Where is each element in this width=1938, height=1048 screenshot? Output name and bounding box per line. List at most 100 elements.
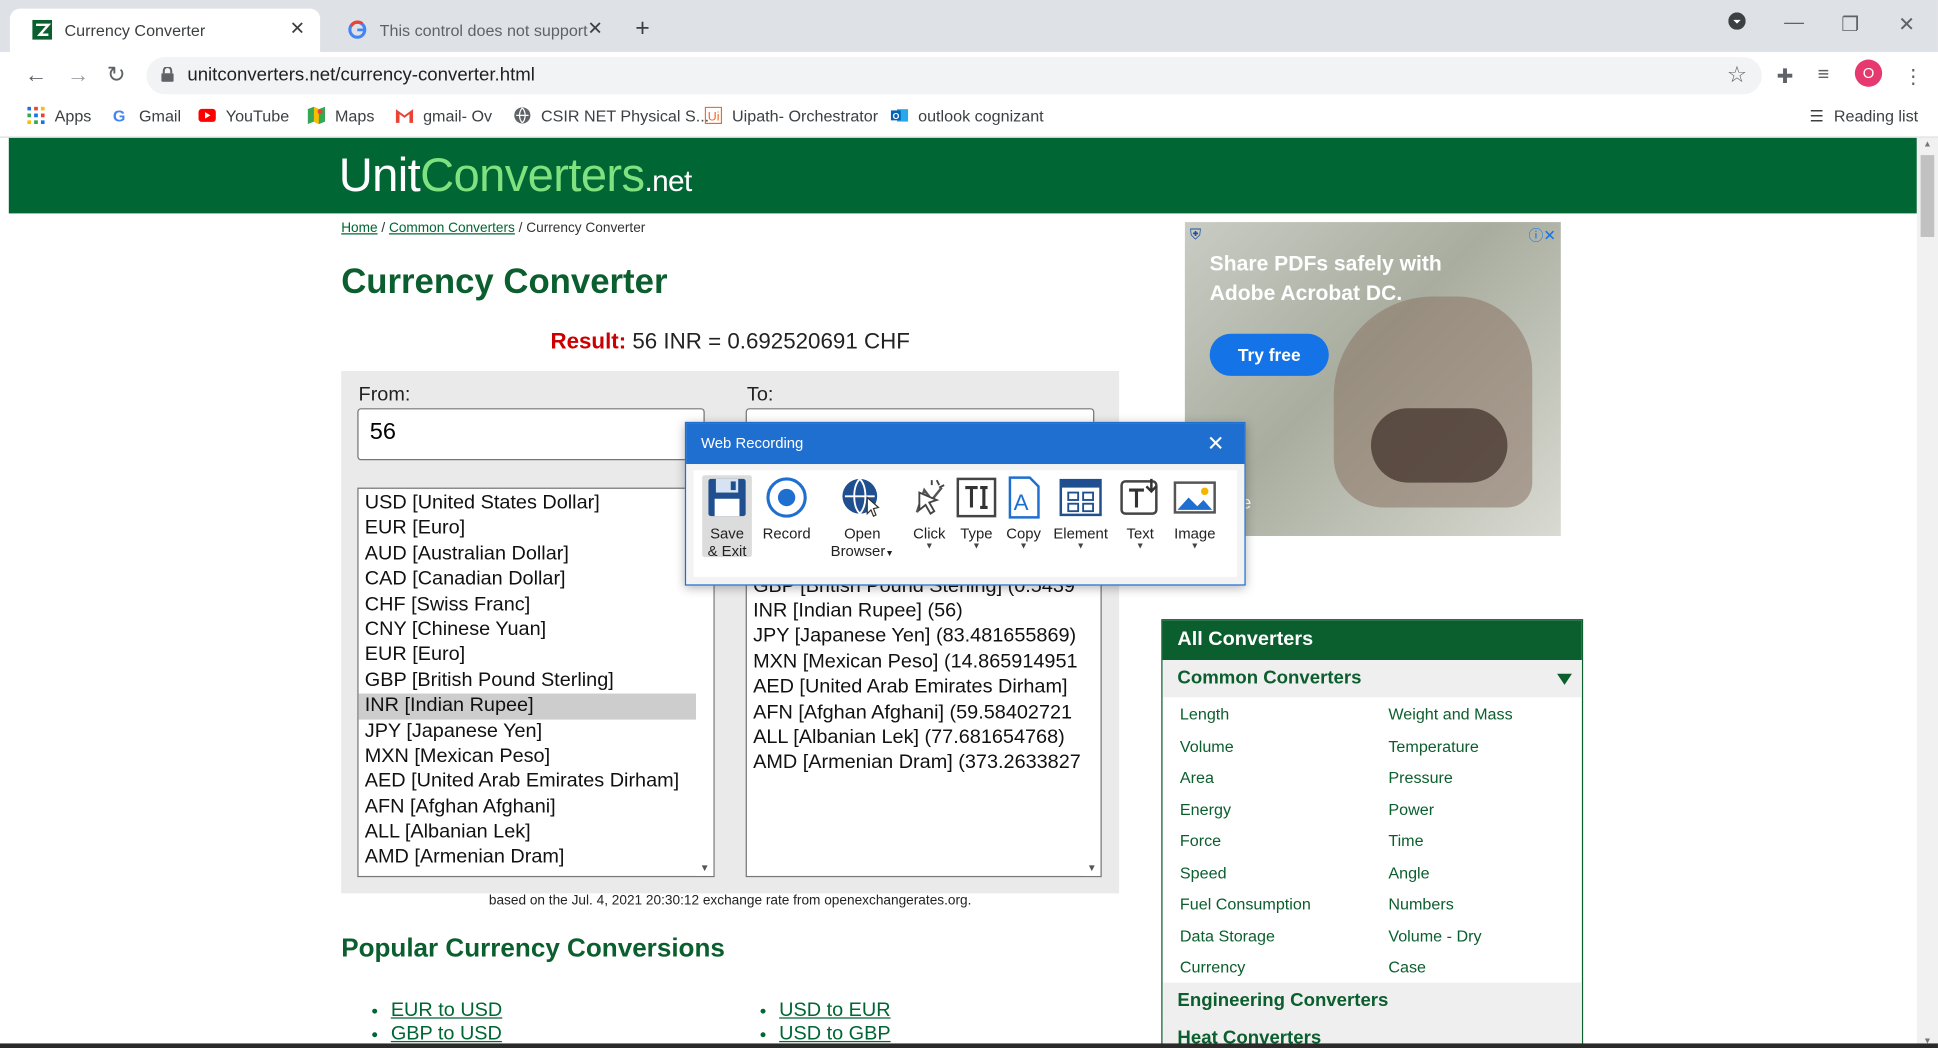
converter-link[interactable]: Currency (1180, 958, 1245, 977)
popular-link[interactable]: EUR to USD (391, 1000, 502, 1021)
currency-option[interactable]: MXN [Mexican Peso] (14.865914951 (747, 650, 1083, 675)
currency-option[interactable]: GBP [British Pound Sterling] (359, 668, 696, 693)
reading-list[interactable]: ☰ Reading list (1809, 107, 1918, 127)
converter-link[interactable]: Temperature (1388, 736, 1479, 755)
currency-option[interactable]: JPY [Japanese Yen] (359, 719, 696, 744)
dialog-close-icon[interactable]: ✕ (1207, 423, 1225, 464)
scrollbar-thumb[interactable] (1920, 155, 1935, 237)
tab-google[interactable]: This control does not support se ✕ (325, 9, 618, 52)
bookmark-gmail[interactable]: G Gmail (112, 107, 181, 126)
converter-link[interactable]: Speed (1180, 863, 1227, 882)
converter-link[interactable]: Numbers (1388, 895, 1453, 914)
save-exit-button[interactable]: Save & Exit (702, 475, 752, 560)
ad-try-free-button[interactable]: Try free (1209, 333, 1329, 376)
dropdown-caret-icon[interactable]: ▼ (1167, 542, 1222, 552)
media-queue-icon[interactable]: ≡ (1818, 65, 1830, 87)
currency-option[interactable]: EUR [Euro] (359, 643, 696, 668)
currency-option[interactable]: AUD [Australian Dollar] (359, 542, 696, 567)
breadcrumb-home-link[interactable]: Home (341, 221, 377, 236)
popular-link[interactable]: GBP to USD (391, 1024, 502, 1045)
minimize-icon[interactable]: — (1784, 12, 1804, 34)
bookmark-gmail-ov[interactable]: gmail- Ov (395, 107, 492, 125)
profile-menu-icon[interactable] (1728, 12, 1746, 36)
bookmark-maps[interactable]: Maps (307, 106, 374, 125)
currency-option[interactable]: CAD [Canadian Dollar] (359, 567, 696, 592)
copy-button[interactable]: A Copy ▼ (999, 475, 1049, 552)
element-button[interactable]: Element ▼ (1051, 475, 1111, 552)
currency-option[interactable]: CNY [Chinese Yuan] (359, 618, 696, 643)
extensions-icon[interactable]: ✚ (1777, 65, 1794, 90)
currency-option[interactable]: AMD [Armenian Dram] (373.2633827 (747, 751, 1083, 776)
dropdown-caret-icon[interactable]: ▼ (885, 550, 894, 559)
currency-option[interactable]: MXN [Mexican Peso] (359, 744, 696, 769)
avatar[interactable]: O (1854, 59, 1883, 87)
bookmark-youtube[interactable]: YouTube (198, 107, 289, 125)
converter-link[interactable]: Fuel Consumption (1180, 895, 1311, 914)
popular-link[interactable]: USD to EUR (779, 1000, 890, 1021)
dropdown-caret-icon[interactable]: ▼ (904, 542, 954, 552)
converter-link[interactable]: Volume - Dry (1388, 926, 1481, 945)
dropdown-caret-icon[interactable]: ▼ (999, 542, 1049, 552)
back-icon[interactable]: ← (25, 62, 47, 88)
site-logo[interactable]: UnitConverters.net (339, 150, 693, 203)
dialog-titlebar[interactable]: Web Recording (686, 423, 1245, 465)
currency-option[interactable]: INR [Indian Rupee] (56) (747, 599, 1083, 624)
breadcrumb-common-link[interactable]: Common Converters (389, 221, 515, 236)
close-tab-icon[interactable]: ✕ (290, 17, 306, 40)
converter-link[interactable]: Force (1180, 831, 1221, 850)
converter-link[interactable]: Area (1180, 768, 1214, 787)
window-close-icon[interactable]: ✕ (1898, 12, 1915, 37)
converter-link[interactable]: Length (1180, 705, 1229, 724)
converter-link[interactable]: Pressure (1388, 768, 1453, 787)
currency-option[interactable]: JPY [Japanese Yen] (83.481655869) (747, 624, 1083, 649)
currency-option[interactable]: ALL [Albanian Lek] (359, 820, 696, 845)
page-scrollbar[interactable]: ▲ ▼ (1916, 137, 1938, 1048)
type-button[interactable]: Type ▼ (952, 475, 1002, 552)
bookmark-csir[interactable]: CSIR NET Physical S... (514, 107, 709, 125)
adchoices-icon[interactable]: ⓘ✕ (1528, 225, 1555, 246)
close-tab-icon[interactable]: ✕ (587, 17, 603, 40)
converter-link[interactable]: Angle (1388, 863, 1429, 882)
bookmark-outlook[interactable]: Ooutlook cognizant (890, 107, 1044, 125)
bookmark-uipath[interactable]: Ui Uipath- Orchestrator (704, 106, 878, 125)
collapse-triangle-icon[interactable] (1557, 673, 1572, 685)
popular-link[interactable]: USD to GBP (779, 1024, 890, 1045)
common-converters-header[interactable]: Common Converters (1162, 660, 1582, 698)
currency-option[interactable]: INR [Indian Rupee] (358, 693, 697, 720)
converter-link[interactable]: Volume (1180, 736, 1234, 755)
image-button[interactable]: Image ▼ (1167, 475, 1222, 552)
click-button[interactable]: Click ▼ (904, 475, 954, 552)
converter-link[interactable]: Power (1388, 800, 1434, 819)
converter-link[interactable]: Time (1388, 831, 1423, 850)
scroll-up-icon[interactable]: ▲ (1923, 140, 1932, 149)
from-amount-input[interactable]: 56 (357, 408, 705, 461)
scroll-down-icon[interactable]: ▼ (1087, 862, 1097, 873)
converter-link[interactable]: Energy (1180, 800, 1231, 819)
currency-option[interactable]: ALL [Albanian Lek] (77.681654768) (747, 726, 1083, 751)
currency-option[interactable]: AED [United Arab Emirates Dirham] (747, 675, 1083, 700)
currency-option[interactable]: AFN [Afghan Afghani] (59.58402721 (747, 700, 1083, 725)
currency-option[interactable]: AED [United Arab Emirates Dirham] (359, 770, 696, 795)
bookmark-star-icon[interactable]: ☆ (1727, 62, 1747, 88)
from-currency-list[interactable]: USD [United States Dollar] EUR [Euro] AUD … (357, 487, 715, 878)
currency-option[interactable]: AMD [Armenian Dram] (359, 845, 696, 870)
converter-link[interactable]: Case (1388, 958, 1426, 977)
converter-link[interactable]: Data Storage (1180, 926, 1275, 945)
currency-option[interactable]: CHF [Swiss Franc] (359, 593, 696, 618)
scroll-down-icon[interactable]: ▼ (700, 862, 710, 873)
currency-option[interactable]: USD [United States Dollar] (359, 491, 696, 516)
currency-option[interactable]: EUR [Euro] (359, 517, 696, 542)
open-browser-button[interactable]: Open Browser▼ (830, 475, 895, 563)
tab-currency-converter[interactable]: Currency Converter ✕ (9, 8, 321, 53)
converter-link[interactable]: Weight and Mass (1388, 705, 1512, 724)
address-bar[interactable]: unitconverters.net/currency-converter.ht… (146, 57, 1762, 95)
currency-option[interactable]: AFN [Afghan Afghani] (359, 795, 696, 820)
dropdown-caret-icon[interactable]: ▼ (952, 542, 1002, 552)
record-button[interactable]: Record (758, 475, 815, 542)
reload-icon[interactable]: ↻ (107, 62, 126, 88)
new-tab-button[interactable]: + (635, 15, 650, 44)
more-menu-icon[interactable]: ⋮ (1903, 65, 1923, 90)
forward-icon[interactable]: → (67, 62, 89, 88)
text-button[interactable]: Text ▼ (1115, 475, 1165, 552)
restore-icon[interactable]: ❐ (1841, 12, 1859, 37)
